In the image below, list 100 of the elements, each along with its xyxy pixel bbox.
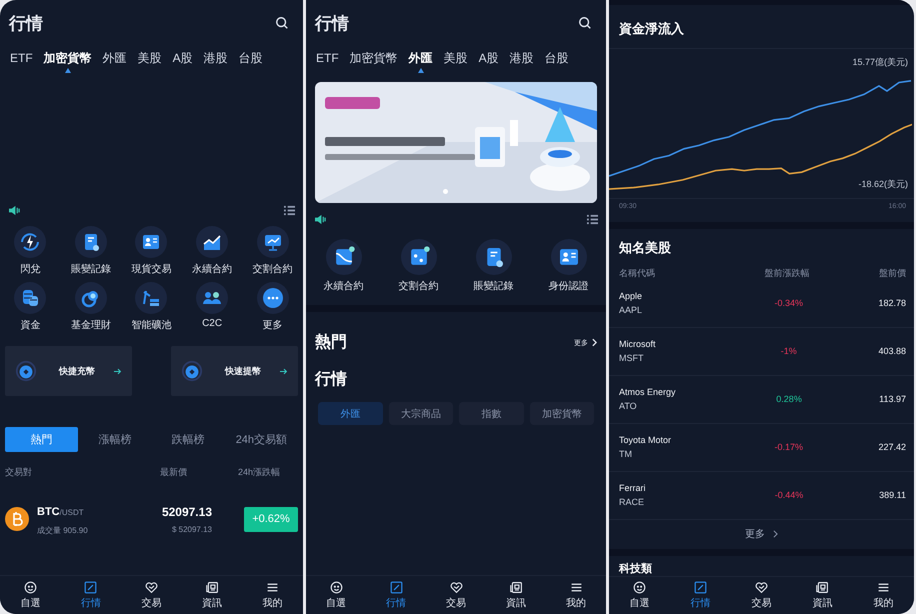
- category-chip[interactable]: 指數: [459, 402, 524, 425]
- people-icon[interactable]: [196, 282, 228, 314]
- nav-item[interactable]: 交易: [731, 576, 792, 614]
- nav-item[interactable]: 自選: [0, 576, 61, 614]
- nav-item[interactable]: 資訊: [182, 576, 242, 614]
- nav-item[interactable]: 資訊: [792, 576, 853, 614]
- search-icon[interactable]: [275, 16, 289, 30]
- market-tab[interactable]: 外匯: [408, 50, 433, 75]
- nav-item[interactable]: 我的: [546, 576, 606, 614]
- shortcut-label: 身份認證: [548, 280, 588, 293]
- market-tab[interactable]: 美股: [138, 50, 162, 75]
- smiley-icon: [24, 580, 37, 594]
- ranking-tab[interactable]: 熱門: [5, 427, 78, 452]
- monitor-icon[interactable]: [256, 226, 289, 258]
- change-percent: 0.28%: [775, 394, 803, 404]
- nav-item[interactable]: 我的: [242, 576, 303, 614]
- market-tab[interactable]: ETF: [316, 50, 339, 75]
- lightning-icon[interactable]: [14, 226, 46, 258]
- company-name: Ferrari: [619, 483, 646, 494]
- menu-icon: [266, 580, 280, 594]
- nav-item[interactable]: 行情: [60, 576, 122, 614]
- nav-item[interactable]: 自選: [609, 576, 670, 614]
- shortcut-label: 永續合約: [324, 280, 364, 293]
- market-tab[interactable]: ETF: [10, 50, 33, 75]
- column-header: 名稱代碼: [619, 266, 655, 280]
- promo-title: 快速提幣: [224, 364, 262, 378]
- category-chip[interactable]: 大宗商品: [388, 402, 453, 425]
- market-tab[interactable]: 加密貨幣: [350, 50, 398, 75]
- handshake-heart-icon: [144, 580, 158, 594]
- pickaxe-icon[interactable]: [135, 282, 168, 314]
- id-card-icon[interactable]: [550, 239, 586, 275]
- coin-icon: [181, 360, 203, 382]
- shortcut-label: 閃兌: [20, 263, 40, 276]
- market-tab[interactable]: 外匯: [102, 50, 127, 75]
- document-icon[interactable]: [476, 239, 512, 275]
- promo-card[interactable]: 快速提幣: [171, 346, 298, 396]
- ticker: MSFT: [619, 353, 644, 364]
- coin-icon[interactable]: [74, 282, 107, 314]
- chart-square-icon: [84, 580, 98, 594]
- column-header: 盤前價: [879, 266, 906, 280]
- shortcut-label: 交割合約: [252, 262, 293, 276]
- list-icon[interactable]: [284, 204, 295, 216]
- column-header: 24h漲跌幅: [236, 466, 281, 479]
- market-tab[interactable]: 加密貨幣: [44, 50, 92, 75]
- market-tab[interactable]: 美股: [444, 50, 468, 75]
- market-tab[interactable]: 港股: [510, 50, 534, 75]
- more-link[interactable]: 更多: [745, 527, 765, 542]
- shortcut-label: 賬變記錄: [474, 280, 514, 293]
- shortcut-label: 永續合約: [192, 262, 232, 276]
- promo-card[interactable]: 快捷充幣: [5, 346, 132, 396]
- company-name: Microsoft: [619, 339, 657, 350]
- arrow-right-icon: [114, 368, 122, 374]
- market-tab[interactable]: A股: [478, 50, 499, 75]
- more-icon[interactable]: [256, 282, 289, 314]
- ticker: TM: [619, 449, 633, 460]
- company-name: Atmos Energy: [619, 387, 677, 398]
- ranking-tab[interactable]: 24h交易額: [224, 427, 298, 452]
- dice-icon[interactable]: [400, 239, 436, 275]
- price: 113.97: [879, 394, 906, 404]
- nav-item[interactable]: 我的: [853, 576, 914, 614]
- wave-chart-icon[interactable]: [326, 239, 362, 275]
- nav-item[interactable]: 資訊: [486, 576, 546, 614]
- market-tab[interactable]: 港股: [204, 50, 228, 75]
- section-title: 科技類: [618, 562, 653, 576]
- ticker: ATO: [619, 401, 638, 412]
- chart-icon[interactable]: [196, 226, 228, 258]
- bitcoin-icon: [5, 507, 29, 531]
- section-title: 資金淨流入: [618, 20, 685, 38]
- price: 403.88: [878, 346, 906, 356]
- coins-icon[interactable]: [14, 282, 46, 314]
- smiley-icon: [330, 580, 342, 594]
- market-tab[interactable]: 台股: [238, 50, 263, 75]
- change-percent: -0.44%: [774, 490, 804, 500]
- column-header: 盤前漲跌幅: [764, 266, 810, 280]
- shortcut-label: C2C: [202, 318, 222, 329]
- chart-square-icon: [390, 580, 402, 594]
- market-tab[interactable]: 台股: [544, 50, 569, 75]
- nav-item[interactable]: 自選: [306, 576, 366, 614]
- nav-item[interactable]: 交易: [121, 576, 182, 614]
- search-icon[interactable]: [578, 16, 592, 30]
- section-title: 知名美股: [618, 238, 672, 257]
- handshake-heart-icon: [450, 580, 462, 594]
- ranking-tab[interactable]: 漲幅榜: [78, 427, 152, 452]
- carousel-dot[interactable]: [443, 189, 448, 194]
- axis-label: -18.62(美元): [858, 178, 908, 191]
- nav-item[interactable]: 行情: [366, 576, 426, 614]
- handshake-heart-icon: [755, 580, 768, 594]
- ranking-tab[interactable]: 跌幅榜: [152, 427, 225, 452]
- market-tab[interactable]: A股: [172, 50, 193, 75]
- document-icon[interactable]: [74, 226, 107, 258]
- nav-item[interactable]: 交易: [426, 576, 486, 614]
- category-chip[interactable]: 外匯: [318, 402, 382, 425]
- chevron-right-icon[interactable]: [773, 530, 778, 538]
- volume-text: 成交量 905.90: [37, 525, 89, 536]
- category-chip[interactable]: 加密貨幣: [530, 402, 594, 425]
- list-icon[interactable]: [587, 214, 598, 224]
- nav-item[interactable]: 行情: [670, 576, 731, 614]
- last-price: 52097.13: [162, 504, 212, 518]
- smiley-icon: [633, 580, 646, 594]
- id-card-icon[interactable]: [135, 226, 168, 258]
